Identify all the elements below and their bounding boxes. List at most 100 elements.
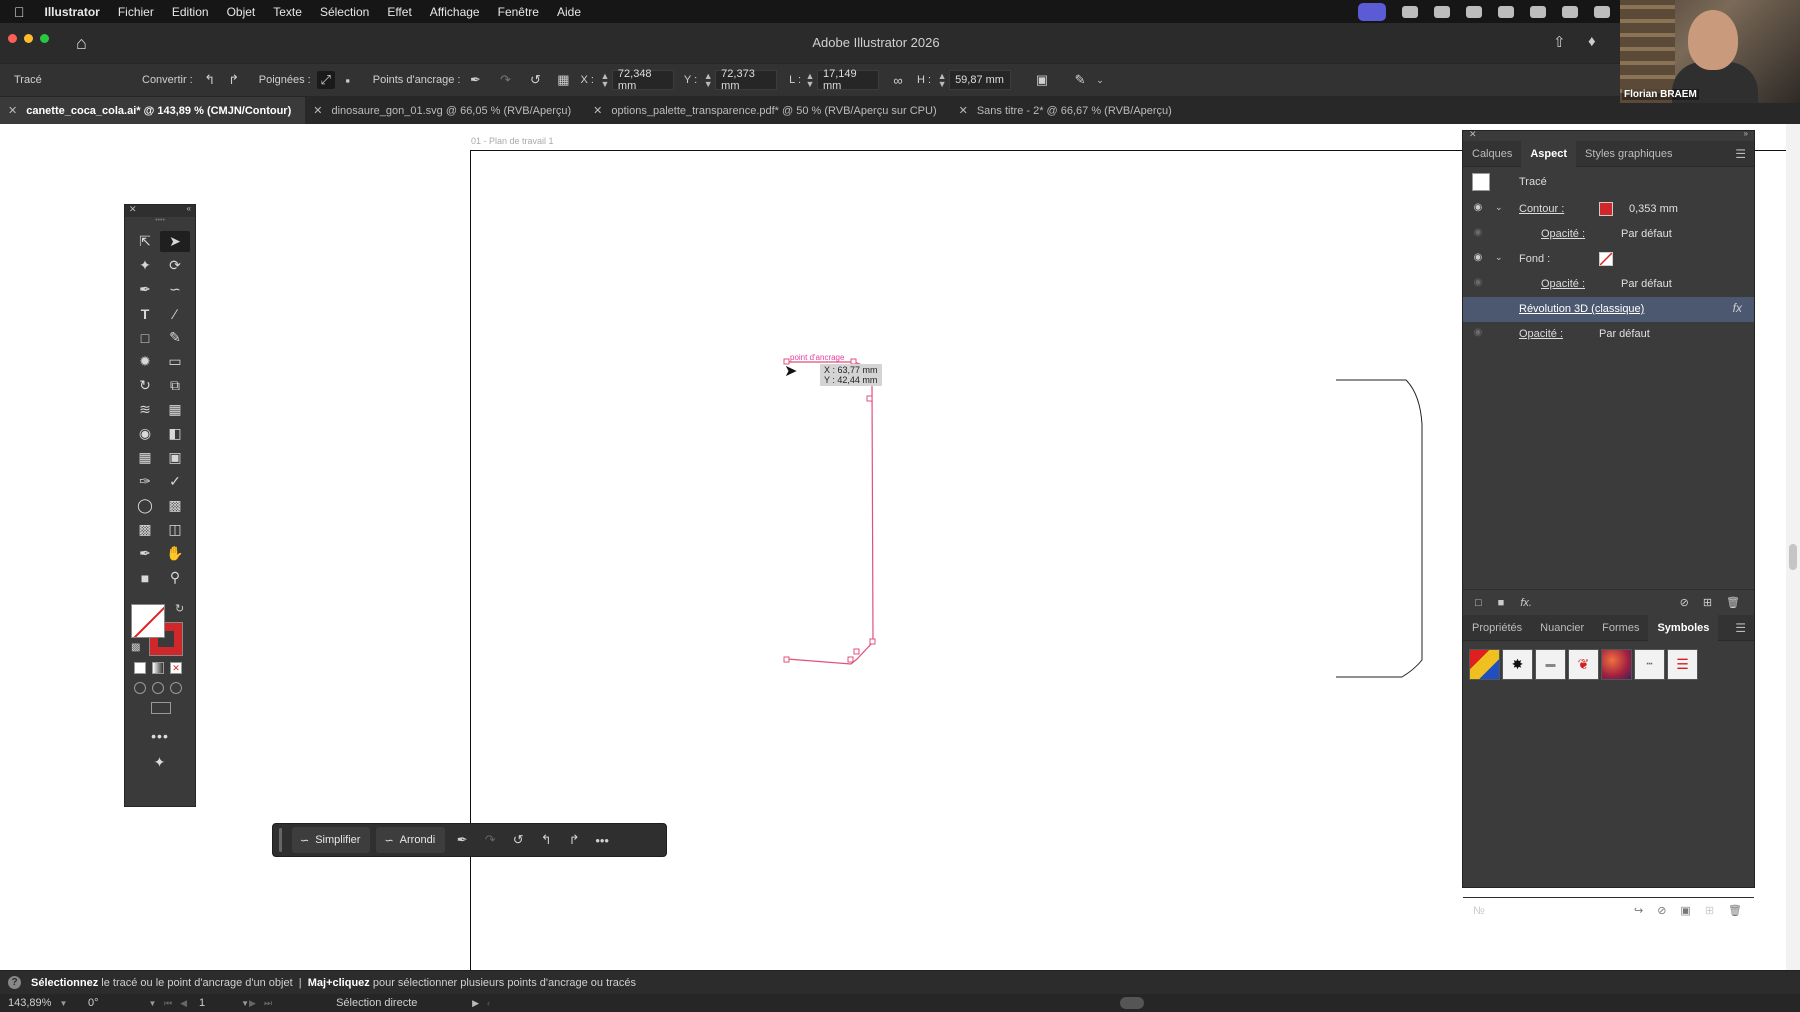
close-tab-icon[interactable]: ✕ [8,104,17,117]
cut-path-icon[interactable]: ↺ [526,71,544,89]
x-stepper-icon[interactable]: ▲ ▼ [600,72,610,89]
lasso-tool-icon[interactable]: ⟳ [160,255,190,276]
last-artboard-icon[interactable]: ⏭ [264,998,272,1009]
object-opacity-row[interactable]: ◉ Opacité : Par défaut [1463,322,1754,347]
tab-styles-graphiques[interactable]: Styles graphiques [1576,141,1681,167]
menu-fichier[interactable]: Fichier [118,5,154,19]
screen-mode-icon[interactable] [151,702,171,714]
eye-icon[interactable]: ◉ [1471,252,1485,263]
convert-smooth-icon[interactable]: ↱ [225,71,243,89]
contour-opacity-row[interactable]: ◉ Opacité : Par défaut [1463,222,1754,247]
close-tab-icon[interactable]: ✕ [959,104,968,117]
type-tool-icon[interactable]: T [130,303,160,324]
menu-effet[interactable]: Effet [387,5,411,19]
line-tool-icon[interactable]: ∕ [160,303,190,324]
bluetooth-icon[interactable] [1562,5,1578,18]
connect-anchor-icon[interactable]: ↷ [479,832,501,848]
trash-icon[interactable]: 🗑 [1728,904,1742,917]
wifi-icon[interactable] [1594,5,1610,18]
cut-path-icon[interactable]: ↺ [507,832,529,848]
direct-selection-tool-icon[interactable]: ➤ [160,231,190,252]
taskbar-handle[interactable] [279,828,282,852]
gradient-tool-icon[interactable]: ▣ [160,447,190,468]
duplicate-item-icon[interactable]: ⊞ [1703,596,1712,609]
symbol-sphere-icon[interactable] [1601,649,1632,680]
rectangle-tool-icon[interactable]: □ [130,327,160,348]
anchor-point[interactable] [869,638,876,645]
dock-icon[interactable] [1466,5,1482,18]
x-field[interactable]: 72,348 mm [611,68,674,92]
tools-header[interactable]: ✕ « [125,204,195,217]
chevron-down-icon[interactable]: ⌄ [1495,202,1503,213]
convert-smooth-icon[interactable]: ↱ [563,832,585,848]
close-panel-icon[interactable]: ✕ [129,204,137,215]
eyedropper-tool-icon[interactable]: ✑ [130,471,160,492]
effect-row[interactable]: Révolution 3D (classique) fx [1463,297,1754,322]
tab-options-palette[interactable]: ✕ options_palette_transparence.pdf* @ 50… [585,97,950,124]
anchor-point[interactable] [847,656,854,663]
slice-tool-icon[interactable]: ✒ [130,543,160,564]
clock-icon[interactable] [1530,5,1546,18]
chevron-down-icon[interactable]: ▼ [59,999,67,1008]
perspective-grid-tool-icon[interactable]: ◧ [160,423,190,444]
trash-icon[interactable]: 🗑 [1726,596,1740,609]
cloud-icon[interactable] [1434,5,1450,18]
zoom-field[interactable]: 143,89% ▼ [0,995,70,1011]
opacity-label[interactable]: Opacité : [1519,328,1563,340]
paintbrush-tool-icon[interactable]: ✎ [160,327,190,348]
fond-row[interactable]: ◉ ⌄ Fond : [1463,247,1754,272]
opacity-label[interactable]: Opacité : [1541,228,1585,240]
generative-icon[interactable]: ✦ [125,754,195,771]
eye-icon[interactable]: ◉ [1471,277,1485,288]
break-link-icon[interactable]: ⊘ [1657,904,1666,917]
contour-label[interactable]: Contour : [1519,203,1564,215]
rotation-field[interactable]: 0° ▼ [80,995,160,1011]
anchor-point[interactable] [853,648,860,655]
remove-anchor-icon[interactable]: ✒ [451,832,473,848]
panel-topbar[interactable]: ✕ » [1463,129,1754,141]
collapse-panel-icon[interactable]: « [187,204,191,213]
close-panel-icon[interactable]: ✕ [1469,129,1477,140]
add-stroke-icon[interactable]: □ [1475,597,1482,609]
eye-icon[interactable]: ◉ [1471,227,1485,238]
apple-menu-icon[interactable]:  [14,4,25,20]
reference-point-icon[interactable]: ▦ [554,71,572,89]
symbol-stripes-icon[interactable]: ☰ [1667,649,1698,680]
horizontal-scroll-thumb[interactable] [1120,997,1144,1009]
isolate-icon[interactable]: ▣ [1033,71,1051,89]
eye-icon[interactable]: ◉ [1471,327,1485,338]
fill-swatch[interactable] [131,604,165,638]
graph-tool-icon[interactable]: ▩ [130,519,160,540]
panel-menu-icon[interactable]: ☰ [1735,621,1746,635]
symbol-splat-icon[interactable]: ✸ [1502,649,1533,680]
menu-selection[interactable]: Sélection [320,5,369,19]
remove-anchor-icon[interactable]: ✒ [466,71,484,89]
none-mode-icon[interactable]: ✕ [170,662,182,674]
h-stepper-icon[interactable]: ▲ ▼ [937,72,947,89]
next-artboard-icon[interactable]: ▶ [249,998,256,1009]
bell-icon[interactable]: ♦ [1588,33,1596,50]
round-button[interactable]: ∽ Arrondi [376,827,446,853]
rotate-tool-icon[interactable]: ↻ [130,375,160,396]
panel-options-icon[interactable]: ✎ [1071,71,1089,89]
measure-tool-icon[interactable]: ✓ [160,471,190,492]
magic-wand-tool-icon[interactable]: ✦ [130,255,160,276]
hand-tool-icon[interactable]: ✋ [160,543,190,564]
link-proportions-icon[interactable]: ∞ [889,71,907,89]
tab-formes[interactable]: Formes [1593,615,1648,641]
prev-artboard-icon[interactable]: ◀ [180,998,187,1009]
pen-tool-icon[interactable]: ✒ [130,279,160,300]
gradient-mode-icon[interactable] [152,662,164,674]
artboard-field[interactable]: 1 ▼ [191,995,249,1011]
contour-row[interactable]: ◉ ⌄ Contour : 0,353 mm [1463,197,1754,222]
menu-affichage[interactable]: Affichage [430,5,480,19]
tab-symboles[interactable]: Symboles [1648,614,1719,641]
tab-canette[interactable]: ✕ canette_coca_cola.ai* @ 143,89 % (CMJN… [0,97,306,124]
sparkle-icon[interactable] [1498,5,1514,18]
clear-appearance-icon[interactable]: ⊘ [1680,596,1689,609]
connect-anchor-icon[interactable]: ↷ [496,71,514,89]
print-tiling-tool-icon[interactable]: ■ [130,567,160,588]
color-mode-icon[interactable] [134,662,146,674]
fx-icon[interactable]: fx [1733,301,1742,315]
tab-proprietes[interactable]: Propriétés [1463,615,1531,641]
